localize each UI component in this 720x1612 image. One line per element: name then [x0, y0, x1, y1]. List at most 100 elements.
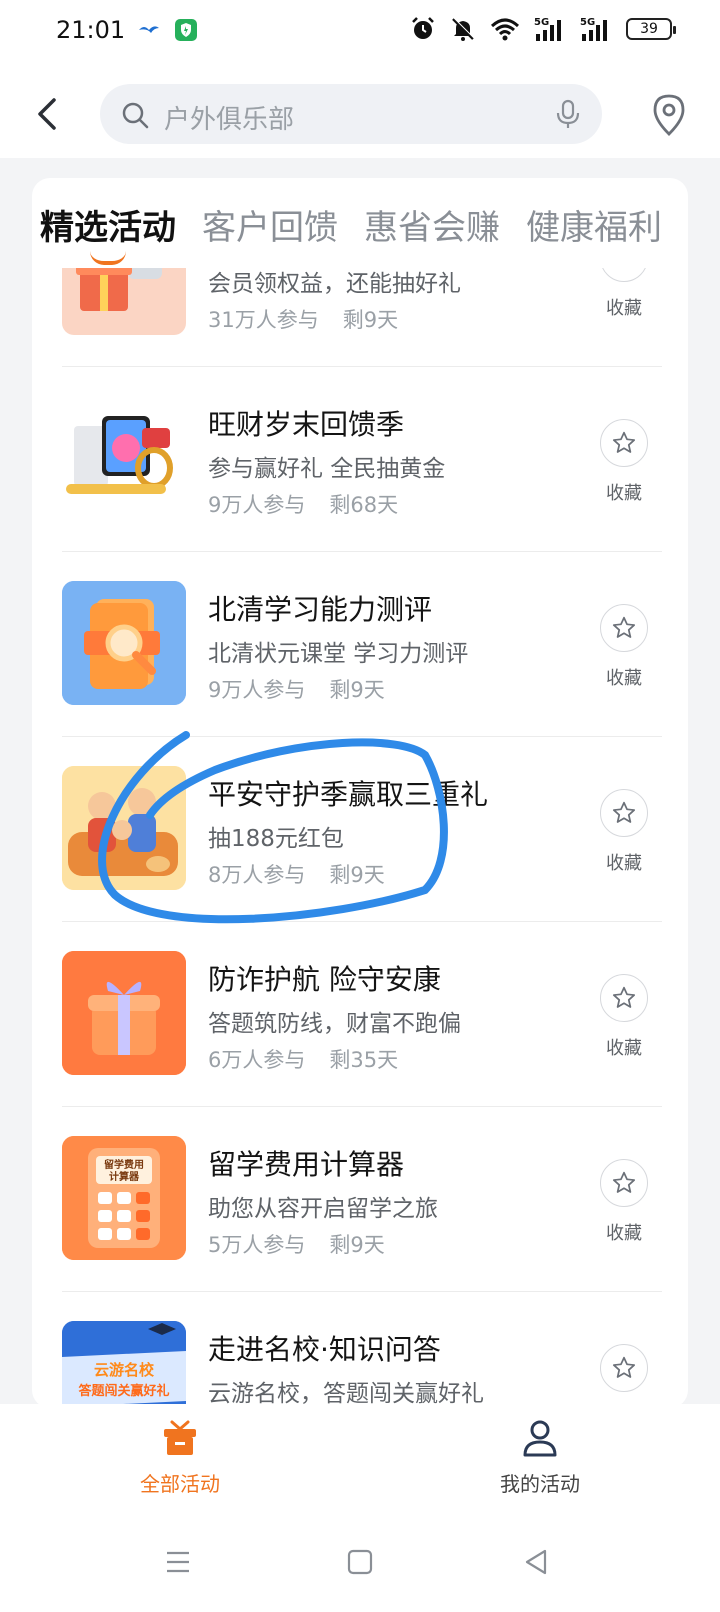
svg-text:5G: 5G — [534, 17, 549, 28]
back-arrow-icon — [38, 98, 56, 130]
star-icon — [612, 616, 636, 638]
nav-my-activities-label: 我的活动 — [500, 1472, 580, 1496]
system-nav-bar — [0, 1522, 720, 1612]
bird-app-icon — [139, 26, 159, 33]
star-icon — [611, 268, 637, 271]
activity-description: 参与赢好礼 全民抽黄金 — [208, 456, 446, 482]
alarm-icon — [412, 17, 434, 39]
status-time: 21:01 — [56, 16, 126, 44]
activity-description: 答题筑防线，财富不跑偏 — [208, 1011, 461, 1037]
signal-5g-icon: 5G — [580, 17, 607, 41]
mute-icon — [452, 17, 475, 41]
gift-box-image — [62, 951, 186, 1075]
tab-featured[interactable]: 精选活动 — [40, 200, 176, 249]
participant-count: 8万人参与 — [208, 863, 306, 887]
gold-prize-image — [66, 416, 173, 494]
favorite-label: 收藏 — [606, 853, 642, 874]
favorite-button[interactable]: 收藏 — [600, 1159, 648, 1245]
list-item[interactable]: 留学费用 计算器 留学费用计算器 助您从容开启留学之旅 5万人参与 剩9天 收藏 — [62, 1107, 662, 1292]
nav-all-activities[interactable]: 全部活动 — [110, 1418, 250, 1497]
list-item[interactable]: 旺财岁末回馈季 参与赢好礼 全民抽黄金 9万人参与 剩68天 收藏 — [62, 367, 662, 552]
activity-title: 走进名校·知识问答 — [208, 1333, 441, 1366]
activity-title: 留学费用计算器 — [208, 1148, 405, 1181]
star-icon — [612, 1356, 636, 1378]
activity-description: 云游名校，答题闯关赢好礼 — [208, 1381, 484, 1407]
study-book-image — [62, 581, 186, 705]
favorite-button[interactable]: 收藏 — [600, 419, 648, 505]
list-item[interactable]: 防诈护航 险守安康 答题筑防线，财富不跑偏 6万人参与 剩35天 收藏 — [62, 922, 662, 1107]
favorite-label: 收藏 — [606, 668, 642, 689]
svg-text:5G: 5G — [580, 17, 595, 28]
days-remaining: 剩35天 — [329, 1048, 399, 1072]
activity-title: 旺财岁末回馈季 — [208, 408, 405, 441]
star-icon — [612, 801, 636, 823]
school-quiz-image: 云游名校 答题闯关赢好礼 — [62, 1321, 186, 1408]
tab-health-benefits[interactable]: 健康福利 — [526, 200, 662, 249]
activity-list[interactable]: 会员领权益，还能抽好礼 31万人参与 剩9天 收藏 旺财岁末回馈季 参与赢好礼 … — [32, 268, 688, 1408]
activity-thumbnail — [62, 268, 186, 335]
activity-title: 北清学习能力测评 — [208, 593, 433, 626]
days-remaining: 剩9天 — [329, 1233, 385, 1257]
calculator-text-line2: 计算器 — [109, 1170, 140, 1183]
favorite-label: 收藏 — [606, 1038, 642, 1059]
days-remaining: 剩9天 — [329, 863, 385, 887]
school-text-line2: 答题闯关赢好礼 — [78, 1383, 169, 1399]
search-input[interactable]: 户外俱乐部 — [100, 84, 602, 144]
back-triangle-icon[interactable] — [522, 1548, 550, 1576]
activity-thumbnail — [62, 766, 186, 890]
list-item[interactable]: 会员领权益，还能抽好礼 31万人参与 剩9天 收藏 — [62, 268, 662, 367]
activity-title: 防诈护航 险守安康 — [208, 963, 441, 996]
activity-thumbnail: 留学费用 计算器 — [62, 1136, 186, 1260]
favorite-button[interactable]: 收藏 — [600, 268, 648, 320]
favorite-button[interactable]: 收藏 — [600, 974, 648, 1060]
user-icon — [523, 1420, 557, 1457]
shield-app-icon — [175, 19, 197, 41]
favorite-label: 收藏 — [606, 1223, 642, 1244]
activity-description: 助您从容开启留学之旅 — [208, 1196, 438, 1222]
activity-thumbnail: 云游名校 答题闯关赢好礼 — [62, 1321, 186, 1408]
tab-customer-rewards[interactable]: 客户回馈 — [202, 200, 338, 249]
favorite-label: 收藏 — [606, 298, 642, 319]
days-remaining: 剩9天 — [342, 308, 399, 332]
participant-count: 6万人参与 — [208, 1048, 306, 1072]
menu-icon[interactable] — [164, 1548, 192, 1576]
list-item[interactable]: 北清学习能力测评 北清状元课堂 学习力测评 9万人参与 剩9天 收藏 — [62, 552, 662, 737]
location-pin-icon[interactable] — [652, 94, 686, 136]
favorite-button[interactable]: 收藏 — [600, 1344, 648, 1408]
activity-thumbnail — [62, 581, 186, 705]
header: 户外俱乐部 — [0, 66, 720, 158]
status-bar: 21:01 5G 5G 39 — [0, 0, 720, 66]
list-item[interactable]: 平安守护季赢取三重礼 抽188元红包 8万人参与 剩9天 收藏 — [62, 737, 662, 922]
favorite-button[interactable]: 收藏 — [600, 789, 648, 875]
search-icon — [122, 102, 149, 129]
battery-indicator: 39 — [626, 18, 676, 40]
tab-save-earn[interactable]: 惠省会赚 — [364, 200, 500, 249]
signal-5g-icon: 5G — [534, 17, 561, 41]
days-remaining: 剩68天 — [329, 493, 399, 517]
tab-active-indicator — [90, 251, 126, 265]
family-image — [62, 766, 186, 890]
activity-thumbnail — [62, 951, 186, 1075]
search-placeholder: 户外俱乐部 — [164, 105, 295, 135]
nav-my-activities[interactable]: 我的活动 — [470, 1418, 610, 1497]
back-button[interactable] — [30, 90, 70, 138]
home-icon[interactable] — [346, 1548, 374, 1576]
participant-count: 5万人参与 — [208, 1233, 306, 1257]
microphone-icon[interactable] — [552, 98, 584, 130]
phone-gift-image — [76, 268, 162, 311]
nav-all-activities-label: 全部活动 — [140, 1472, 220, 1496]
calculator-text-line1: 留学费用 — [104, 1158, 144, 1171]
activity-description: 抽188元红包 — [208, 826, 344, 852]
activity-description: 会员领权益，还能抽好礼 — [208, 271, 461, 297]
list-item[interactable]: 云游名校 答题闯关赢好礼 走进名校·知识问答 云游名校，答题闯关赢好礼 收藏 — [62, 1292, 662, 1408]
gift-icon — [164, 1420, 196, 1455]
favorite-button[interactable]: 收藏 — [600, 604, 648, 690]
tab-bar: 精选活动 客户回馈 惠省会赚 健康福利 — [32, 178, 688, 268]
bottom-nav: 全部活动 我的活动 — [0, 1404, 720, 1522]
participant-count: 9万人参与 — [208, 678, 306, 702]
activity-card: 精选活动 客户回馈 惠省会赚 健康福利 会员领权益，还能抽好礼 31万人参与 剩9… — [32, 178, 688, 1408]
calculator-image: 留学费用 计算器 — [62, 1136, 186, 1260]
star-icon — [612, 986, 636, 1008]
participant-count: 9万人参与 — [208, 493, 306, 517]
activity-thumbnail — [62, 396, 186, 520]
